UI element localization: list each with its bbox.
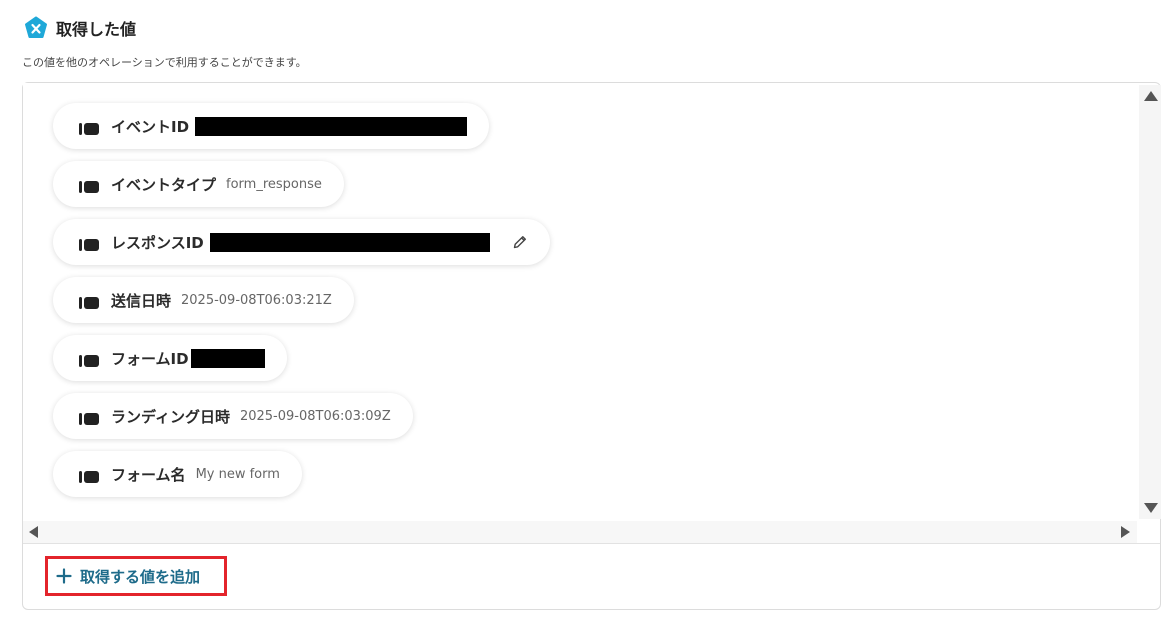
value-chip-response-id[interactable]: レスポンスID (53, 219, 550, 265)
value-chip-label: 送信日時 (111, 291, 172, 310)
scroll-left-icon[interactable] (29, 526, 38, 538)
tag-icon (79, 410, 99, 425)
value-chip-label: イベントタイプ (111, 175, 217, 194)
tag-icon (79, 468, 99, 483)
vertical-scrollbar[interactable] (1139, 85, 1161, 519)
scroll-down-icon[interactable] (1144, 503, 1158, 513)
value-chip-label: ランディング日時 (111, 407, 230, 426)
section-description: この値を他のオペレーションで利用することができます。 (22, 56, 307, 69)
scroll-up-icon[interactable] (1144, 91, 1158, 101)
value-chip-event-id[interactable]: イベントID (53, 103, 490, 149)
tag-icon (79, 120, 99, 135)
divider (23, 543, 1160, 544)
tag-icon (79, 236, 99, 251)
value-chip-value: My new form (195, 466, 280, 482)
add-value-button[interactable]: 取得する値を追加 (45, 556, 227, 596)
value-chip-form-id[interactable]: フォームID (53, 335, 287, 381)
tag-icon (79, 178, 99, 193)
value-chip-landed-at[interactable]: ランディング日時 2025-09-08T06:03:09Z (53, 393, 413, 439)
value-chip-label: イベントID (111, 117, 190, 136)
value-chip-value: form_response (226, 176, 322, 192)
redacted-value (195, 116, 468, 136)
redacted-value (190, 348, 265, 368)
values-panel: イベントID イベントタイプ form_response レスポンスID 送信日… (22, 82, 1161, 610)
redacted-value (209, 232, 490, 252)
value-chip-event-type[interactable]: イベントタイプ form_response (53, 161, 344, 207)
value-chip-submitted-at[interactable]: 送信日時 2025-09-08T06:03:21Z (53, 277, 354, 323)
pencil-icon[interactable] (512, 234, 528, 250)
add-value-label: 取得する値を追加 (80, 567, 201, 586)
tag-icon (79, 352, 99, 367)
value-chip-value: 2025-09-08T06:03:09Z (239, 408, 391, 424)
scroll-right-icon[interactable] (1121, 526, 1130, 538)
section-header: 取得した値 (24, 16, 136, 40)
tag-icon (79, 294, 99, 309)
plus-icon (56, 568, 72, 584)
value-chip-form-name[interactable]: フォーム名 My new form (53, 451, 302, 497)
value-chip-value: 2025-09-08T06:03:21Z (181, 292, 332, 308)
value-chip-label: レスポンスID (111, 233, 204, 252)
horizontal-scrollbar[interactable] (23, 521, 1137, 543)
value-chip-label: フォームID (111, 349, 189, 368)
yoom-logo-icon (24, 16, 48, 40)
value-chip-label: フォーム名 (111, 465, 186, 484)
section-title: 取得した値 (56, 20, 137, 39)
values-list: イベントID イベントタイプ form_response レスポンスID 送信日… (23, 83, 1137, 520)
